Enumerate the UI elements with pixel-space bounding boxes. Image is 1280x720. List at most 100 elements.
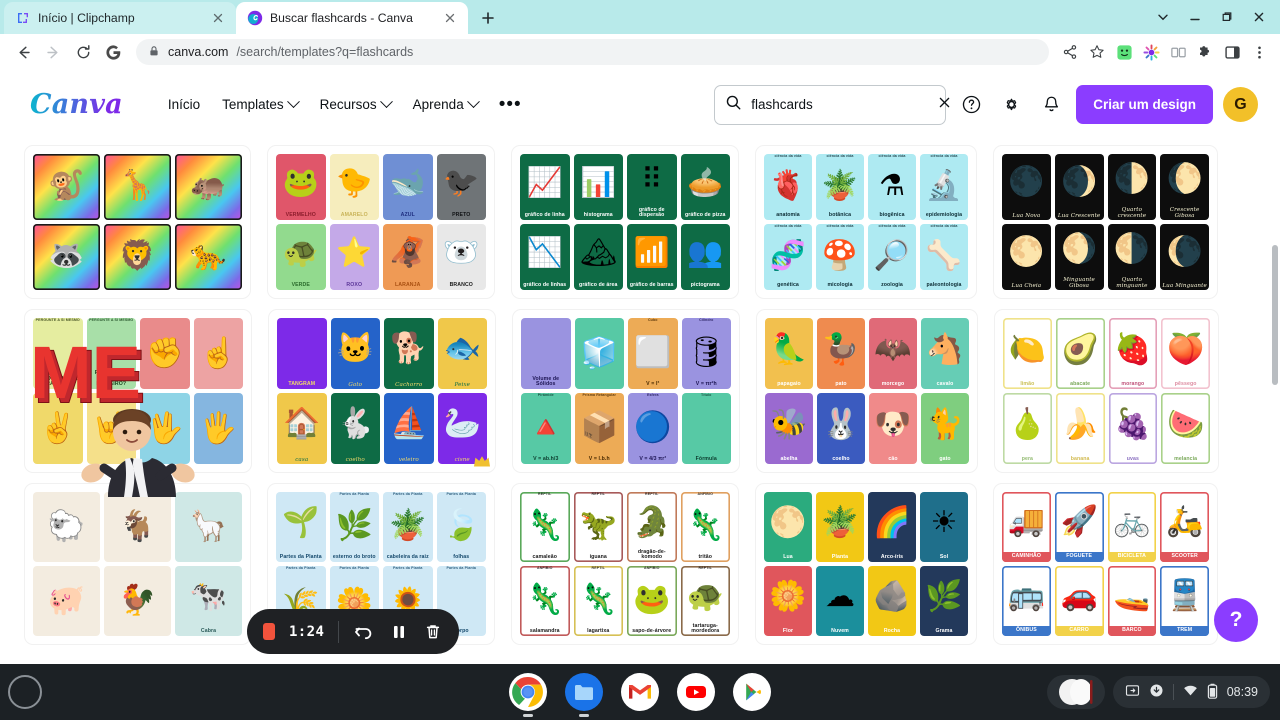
flashcard-label: gráfico de área [579,282,618,289]
colorful-extension-icon[interactable] [1138,39,1164,65]
flashcard-label: tritão [698,554,713,561]
template-card-tangram[interactable]: TANGRAM 🐱 Gato 🐕 Cachorro 🐟 Peixe 🏠 casa 🐇 coelho ⛵… [269,310,495,472]
pause-icon[interactable] [389,619,409,645]
share-icon[interactable] [1057,39,1083,65]
browser-tab-clipchamp[interactable]: Início | Clipchamp [4,2,236,34]
close-icon[interactable] [442,10,458,26]
cast-icon[interactable] [1125,683,1140,701]
nav-item-aprenda[interactable]: Aprenda [402,89,489,120]
flashcard-illustration: 🦎 [526,583,564,617]
flashcard-label: gráfico de pizza [684,212,726,219]
chrome-menu-icon[interactable] [1246,39,1272,65]
flashcard-cell: ciência da vida 🧬 genética [764,224,812,290]
template-card-fases-da-lua[interactable]: 🌑 Lua Nova 🌒 Lua Crescente 🌓 Quarto crescente… [994,146,1217,298]
template-card-repteis-e-anfibios[interactable]: RÉPTIL 🦎 camaleão RÉPTIL 🦖 iguana RÉPTIL 🐊 dragã… [512,484,738,644]
stop-recording-button[interactable] [263,623,275,640]
trash-icon[interactable] [423,619,443,645]
flashcard-label: FOGUETE [1054,552,1104,562]
chrome-icon[interactable] [509,673,547,717]
help-icon[interactable] [956,90,986,120]
gear-icon[interactable] [996,90,1026,120]
flashcard-cell: 🐟 Peixe [437,318,487,389]
play-store-icon[interactable] [733,673,771,711]
flashcard-illustration: 🧊 [580,336,618,370]
search-icon [725,94,742,116]
forward-arrow-icon[interactable] [38,37,68,67]
camera-preview[interactable] [1046,675,1105,709]
nav-item-inicio[interactable]: Início [157,89,211,120]
flashcard-illustration: 🦎 [579,583,617,617]
flashcard-illustration: 🌿 [335,509,373,543]
flashcard-illustration: 🐝 [770,407,808,441]
flashcard-cell: ciência da vida 🫀 anatomia [764,154,812,220]
flashcard-caption-top: ciência da vida [826,224,854,228]
close-icon[interactable] [1244,4,1274,30]
canva-logo[interactable]: Canva [22,89,123,120]
undo-icon[interactable] [353,619,375,645]
star-icon[interactable] [1084,39,1110,65]
back-arrow-icon[interactable] [8,37,38,67]
template-card-frutas-pastel[interactable]: 🍋 limão 🥑 abacate 🍓 morango 🍑 pêssego 🍐 pera 🍌 bana… [995,310,1218,472]
clear-search-icon[interactable] [937,95,952,115]
gmail-icon[interactable] [621,673,659,711]
puzzle-extension-icon[interactable] [1192,39,1218,65]
template-card-animais-fotograficos[interactable]: 🦜 papagaio 🦆 pato 🦇 morcego 🐴 cavalo 🐝 abelha 🐰 coe… [757,310,977,472]
template-thumbnail-grid: RÉPTIL 🦎 camaleão RÉPTIL 🦖 iguana RÉPTIL 🐊 dragã… [520,492,730,636]
template-card-animais-fazenda[interactable]: 🐑 🐐 🦙 🐖 🐓 🐄 Cabra [25,484,250,644]
flashcard-cell: 🐻‍❄️ BRANCO [436,224,486,290]
flashcard-illustration: 🌱 [282,506,320,540]
side-panel-icon[interactable] [1219,39,1245,65]
flashcard-caption-top: RÉPTIL [591,492,605,496]
nav-item-templates[interactable]: Templates [211,89,309,120]
template-card-transportes[interactable]: 🚚 CAMINHÃO 🚀 FOGUETE 🚲 BICICLETA 🛵 SCOOTER 🚌 ÔNIB… [994,484,1217,644]
nav-more-button[interactable]: ••• [489,95,532,114]
download-icon[interactable] [1149,683,1164,701]
flashcard-illustration: 🥑 [1061,332,1099,366]
browser-tab-canva[interactable]: Buscar flashcards - Canva [236,2,468,34]
flashcard-cell: ANFÍBIO 🐸 sapo-de-árvore [627,566,677,636]
close-icon[interactable] [210,10,226,26]
nav-item-recursos[interactable]: Recursos [309,89,402,120]
flashcard-cell: 🤟 [86,393,136,464]
flashcard-label: dragão-de-komodo [637,548,666,561]
system-status-tray[interactable]: 08:39 [1112,676,1270,708]
page-scrollbar[interactable] [1271,140,1280,665]
new-tab-button[interactable] [474,4,502,32]
template-card-cores-animais[interactable]: 🐸 VERMELHO 🐤 AMARELO 🐋 AZUL 🐦‍⬛ PRETO 🐢 VERDE ⭐ ROX… [268,146,494,298]
template-card-tipos-de-graficos[interactable]: 📈 gráfico de linha 📊 histograma ⠿ gráfico de … [512,146,738,298]
flashcard-illustration: 🦇 [874,332,912,366]
flashcard-cell: 🦛 [175,154,242,220]
template-card-animais-selva-arco-iris[interactable]: 🐒 🦒 🦛 🦝 🦁 🐆 [25,146,250,298]
template-card-natureza[interactable]: 🌕 Lua 🪴 Planta 🌈 Arco-íris ☀ Sol 🌼 Flor ☁ Nuvem 🪨 Roc… [756,484,976,644]
template-thumbnail-grid: 📈 gráfico de linha 📊 histograma ⠿ gráfico de … [520,154,730,290]
google-icon[interactable] [98,37,128,67]
youtube-icon[interactable] [677,673,715,711]
flashcard-label: V = l.b.h [588,456,610,463]
flashcard-cell: 🦁 [104,224,171,290]
files-icon[interactable] [565,673,603,717]
chevron-down-icon[interactable] [1148,4,1178,30]
address-bar[interactable]: canva.com/search/templates?q=flashcards [136,39,1049,65]
help-bubble-button[interactable]: ? [1214,598,1258,642]
search-box[interactable] [714,84,950,125]
clock[interactable]: 08:39 [1227,685,1258,699]
template-card-ciencias-da-vida[interactable]: ciência da vida 🫀 anatomia ciência da vida 🪴… [756,146,976,298]
template-card-sinais-de-mao-sala-de-aula[interactable]: PERGUNTE A SI MESMO ESTOU PRONTO PARA FAL… [25,310,251,472]
bitmoji-extension-icon[interactable] [1111,39,1137,65]
reload-icon[interactable] [68,37,98,67]
screen: Início | Clipchamp Buscar flashcards - C… [0,0,1280,720]
user-avatar[interactable]: G [1223,87,1258,122]
wifi-icon[interactable] [1183,683,1198,701]
bell-icon[interactable] [1036,90,1066,120]
search-input[interactable] [751,97,929,112]
flashcard-caption-top: ANFÍBIO [644,566,660,570]
minimize-icon[interactable] [1180,4,1210,30]
template-card-volume-de-solidos[interactable]: Volume de Sólidos 🧊 Cubo ⬜ V = l³ Cilindro 🛢 V … [513,310,739,472]
battery-icon[interactable] [1207,683,1218,702]
launcher-icon[interactable] [8,675,42,709]
flashcard-cell: 🏔 gráfico de área [573,224,623,290]
split-view-icon[interactable] [1165,39,1191,65]
maximize-icon[interactable] [1212,4,1242,30]
create-design-button[interactable]: Criar um design [1076,85,1213,124]
scrollbar-thumb[interactable] [1272,245,1278,385]
